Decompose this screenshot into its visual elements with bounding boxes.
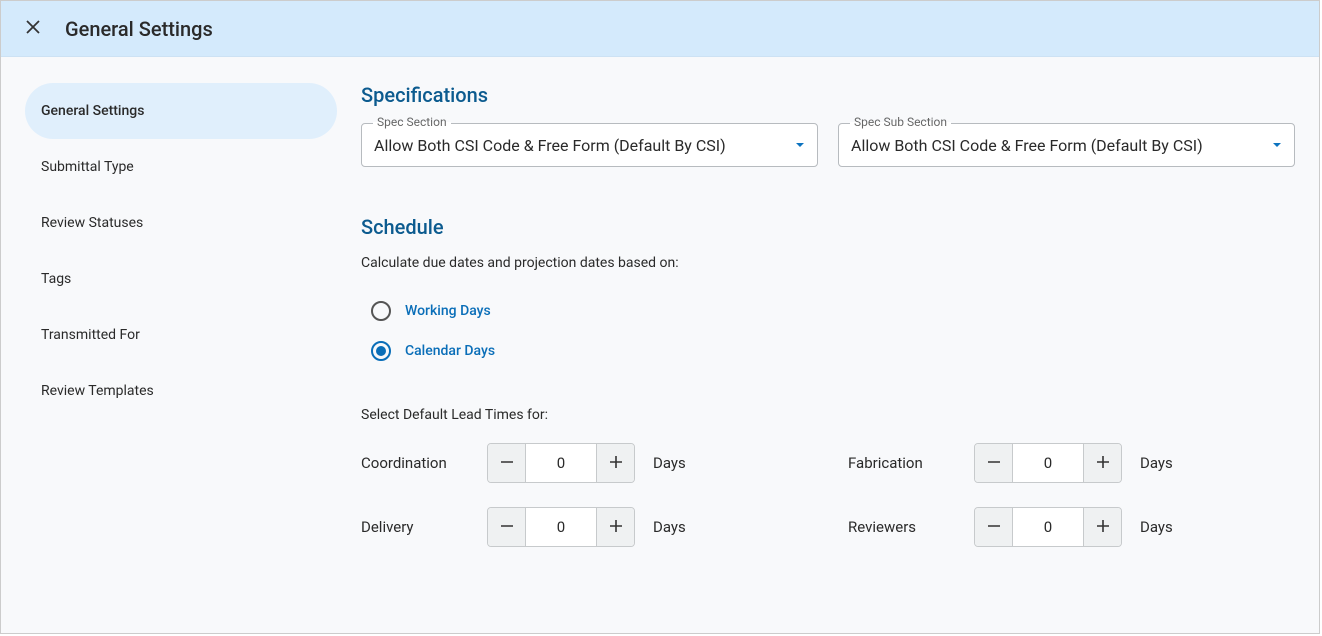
caret-down-icon [1272, 140, 1282, 150]
unit-label: Days [653, 518, 686, 536]
sidebar-nav: General Settings Submittal Type Review S… [1, 83, 361, 633]
increment-button[interactable] [596, 444, 634, 482]
sidebar-item-label: Transmitted For [41, 327, 140, 343]
spec-section-label: Spec Section [373, 115, 451, 129]
sidebar-item-label: Submittal Type [41, 159, 134, 175]
radio-icon [371, 301, 391, 321]
unit-label: Days [1140, 454, 1173, 472]
main-content: Specifications Spec Section Allow Both C… [361, 83, 1319, 633]
sidebar-item-label: Review Statuses [41, 215, 143, 231]
lead-time-coordination: Coordination 0 [361, 443, 808, 483]
sidebar-item-submittal-type[interactable]: Submittal Type [25, 139, 337, 195]
sidebar-item-review-templates[interactable]: Review Templates [25, 363, 337, 419]
radio-calendar-days[interactable]: Calendar Days [371, 331, 1295, 371]
stepper-value[interactable]: 0 [1013, 444, 1083, 482]
decrement-button[interactable] [488, 444, 526, 482]
increment-button[interactable] [596, 508, 634, 546]
coordination-stepper: 0 [487, 443, 635, 483]
decrement-button[interactable] [975, 508, 1013, 546]
increment-button[interactable] [1083, 508, 1121, 546]
spec-sub-section-select[interactable]: Allow Both CSI Code & Free Form (Default… [838, 123, 1295, 167]
lead-time-label: Delivery [361, 518, 487, 536]
spec-sub-section-field: Spec Sub Section Allow Both CSI Code & F… [838, 123, 1295, 167]
radio-working-days[interactable]: Working Days [371, 291, 1295, 331]
lead-time-label: Fabrication [848, 454, 974, 472]
minus-icon [985, 453, 1003, 474]
sidebar-item-label: General Settings [41, 103, 144, 119]
delivery-stepper: 0 [487, 507, 635, 547]
radio-icon [371, 341, 391, 361]
sidebar-item-general-settings[interactable]: General Settings [25, 83, 337, 139]
plus-icon [607, 453, 625, 474]
spec-section-value: Allow Both CSI Code & Free Form (Default… [374, 136, 726, 155]
stepper-value[interactable]: 0 [1013, 508, 1083, 546]
spec-section-field: Spec Section Allow Both CSI Code & Free … [361, 123, 818, 167]
sidebar-item-review-statuses[interactable]: Review Statuses [25, 195, 337, 251]
dialog-header: General Settings [1, 1, 1319, 57]
minus-icon [498, 453, 516, 474]
caret-down-icon [795, 140, 805, 150]
spec-sub-section-label: Spec Sub Section [850, 115, 951, 129]
schedule-heading: Schedule [361, 215, 1295, 239]
sidebar-item-tags[interactable]: Tags [25, 251, 337, 307]
minus-icon [985, 517, 1003, 538]
lead-time-label: Reviewers [848, 518, 974, 536]
plus-icon [1094, 453, 1112, 474]
dialog-title: General Settings [65, 17, 213, 41]
close-icon [25, 19, 41, 39]
sidebar-item-label: Review Templates [41, 383, 154, 399]
spec-sub-section-value: Allow Both CSI Code & Free Form (Default… [851, 136, 1203, 155]
stepper-value[interactable]: 0 [526, 508, 596, 546]
decrement-button[interactable] [975, 444, 1013, 482]
sidebar-item-transmitted-for[interactable]: Transmitted For [25, 307, 337, 363]
sidebar-item-label: Tags [41, 271, 71, 287]
radio-label: Working Days [405, 303, 491, 319]
fabrication-stepper: 0 [974, 443, 1122, 483]
lead-times-description: Select Default Lead Times for: [361, 407, 1295, 423]
specifications-heading: Specifications [361, 83, 1295, 107]
radio-label: Calendar Days [405, 343, 495, 359]
lead-time-fabrication: Fabrication 0 [848, 443, 1295, 483]
decrement-button[interactable] [488, 508, 526, 546]
day-type-radio-group: Working Days Calendar Days [361, 291, 1295, 371]
spec-section-select[interactable]: Allow Both CSI Code & Free Form (Default… [361, 123, 818, 167]
lead-time-reviewers: Reviewers 0 [848, 507, 1295, 547]
stepper-value[interactable]: 0 [526, 444, 596, 482]
plus-icon [607, 517, 625, 538]
reviewers-stepper: 0 [974, 507, 1122, 547]
unit-label: Days [1140, 518, 1173, 536]
close-button[interactable] [9, 5, 57, 53]
settings-dialog: General Settings General Settings Submit… [0, 0, 1320, 634]
lead-time-label: Coordination [361, 454, 487, 472]
lead-time-delivery: Delivery 0 [361, 507, 808, 547]
minus-icon [498, 517, 516, 538]
plus-icon [1094, 517, 1112, 538]
increment-button[interactable] [1083, 444, 1121, 482]
schedule-calc-description: Calculate due dates and projection dates… [361, 255, 1295, 271]
unit-label: Days [653, 454, 686, 472]
